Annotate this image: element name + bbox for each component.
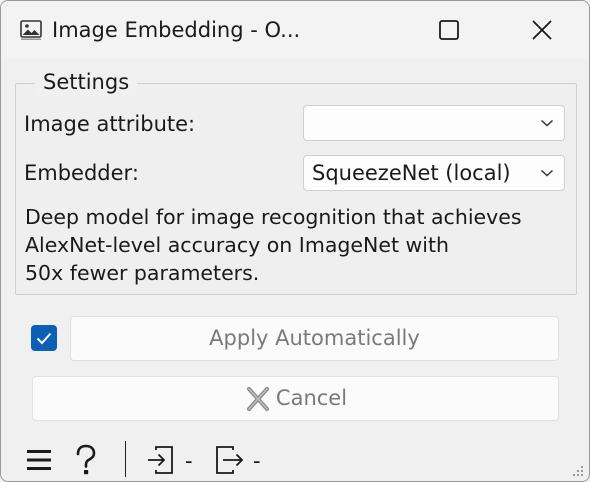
cancel-icon: [246, 386, 269, 411]
embedder-description: Deep model for image recognition that ac…: [25, 203, 573, 287]
output-icon[interactable]: [215, 445, 245, 475]
apply-automatically-checkbox[interactable]: [31, 325, 57, 351]
output-summary: -: [253, 449, 261, 473]
image-attribute-combo[interactable]: [303, 105, 565, 141]
cancel-label: Cancel: [275, 386, 348, 410]
settings-legend: Settings: [35, 68, 138, 96]
close-icon[interactable]: [527, 15, 557, 45]
embedder-value: SqueezeNet (local): [312, 161, 511, 185]
help-icon[interactable]: [73, 444, 99, 476]
image-icon: [20, 20, 42, 40]
window-title: Image Embedding - O...: [52, 18, 301, 42]
input-summary: -: [185, 449, 193, 473]
image-embedding-window: Image Embedding - O... Settings Image at…: [0, 0, 590, 482]
maximize-icon[interactable]: [434, 15, 464, 45]
description-line: Deep model for image recognition that ac…: [25, 205, 522, 229]
description-line: 50x fewer parameters.: [25, 261, 260, 285]
cancel-button[interactable]: Cancel: [32, 376, 559, 421]
embedder-combo[interactable]: SqueezeNet (local): [303, 155, 565, 191]
image-attribute-label: Image attribute:: [24, 112, 196, 136]
menu-icon[interactable]: [25, 447, 53, 473]
resize-grip-icon[interactable]: [570, 463, 584, 477]
apply-automatically-button[interactable]: Apply Automatically: [70, 316, 559, 361]
checkmark-icon: [36, 332, 52, 345]
input-icon[interactable]: [146, 445, 176, 475]
embedder-label: Embedder:: [24, 161, 139, 185]
chevron-down-icon: [540, 169, 554, 177]
title-bar[interactable]: Image Embedding - O...: [1, 1, 589, 59]
description-line: AlexNet-level accuracy on ImageNet with: [25, 233, 450, 257]
status-separator: [125, 441, 126, 477]
chevron-down-icon: [540, 119, 554, 127]
